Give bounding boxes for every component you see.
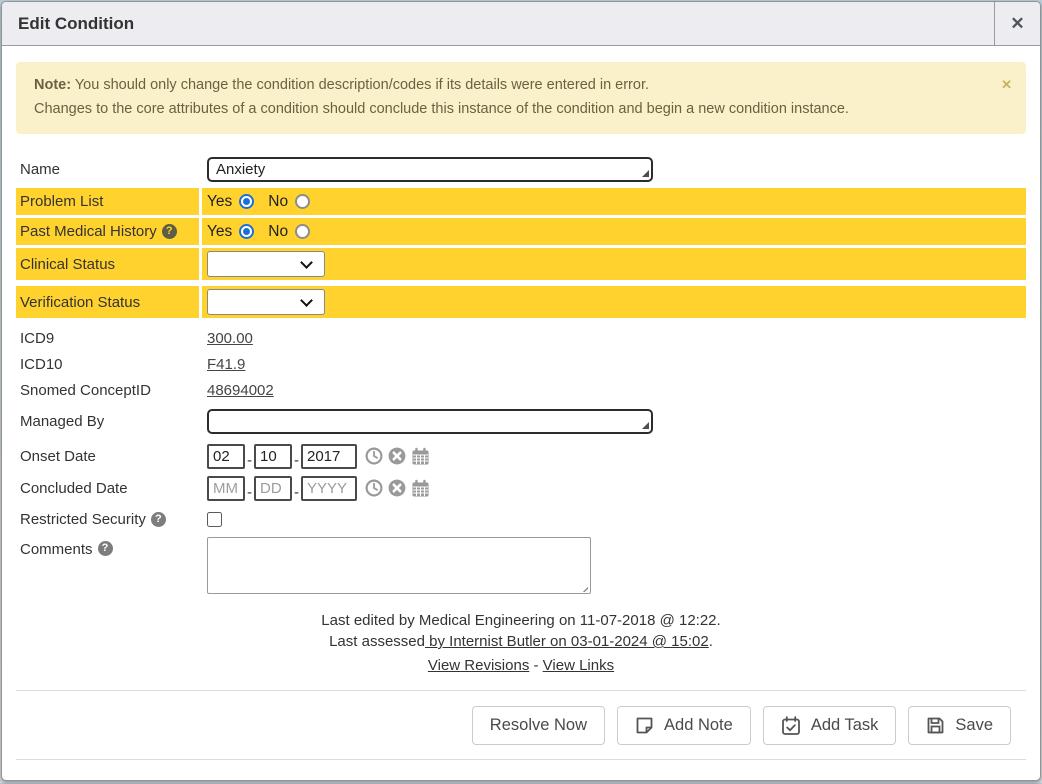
onset-month-input[interactable] [207, 444, 245, 469]
note-prefix: Note: [34, 77, 71, 93]
x-circle-icon[interactable] [388, 447, 406, 465]
calendar-icon[interactable] [411, 479, 430, 498]
problem-list-label: Problem List [16, 188, 199, 215]
onset-date-row: Onset Date - - [16, 441, 1026, 471]
save-label: Save [955, 716, 993, 735]
managed-by-input[interactable] [207, 409, 653, 434]
date-separator: - [247, 452, 252, 471]
chevron-down-icon [300, 256, 313, 269]
date-separator: - [247, 484, 252, 503]
question-circle-icon[interactable]: ? [98, 541, 113, 556]
add-note-label: Add Note [664, 716, 733, 735]
problem-list-row: Problem List Yes No [16, 188, 1026, 215]
name-row: Name [16, 154, 1026, 184]
pmh-yes-label: Yes [207, 223, 232, 241]
icd10-label: ICD10 [16, 351, 199, 377]
pmh-yes-radio[interactable] [239, 224, 254, 239]
chevron-down-icon [300, 294, 313, 307]
note-banner: Note: You should only change the conditi… [16, 62, 1026, 134]
name-input[interactable] [207, 157, 653, 182]
resolve-now-label: Resolve Now [490, 716, 587, 735]
problem-list-yes-radio[interactable] [239, 194, 254, 209]
edit-condition-dialog: Edit Condition ✕ Note: You should only c… [1, 1, 1041, 781]
resolve-now-button[interactable]: Resolve Now [472, 706, 605, 745]
pmh-no-radio[interactable] [295, 224, 310, 239]
date-separator: - [294, 452, 299, 471]
action-bar: Resolve Now Add Note Add Task Save [16, 691, 1026, 759]
restricted-security-checkbox[interactable] [207, 512, 222, 527]
close-button[interactable]: ✕ [994, 2, 1040, 46]
concluded-month-input[interactable] [207, 476, 245, 501]
add-task-button[interactable]: Add Task [763, 706, 897, 745]
question-circle-icon[interactable]: ? [162, 224, 177, 239]
add-note-button[interactable]: Add Note [617, 706, 751, 745]
icd10-row: ICD10 F41.9 [16, 351, 1026, 377]
past-medical-history-row: Past Medical History ? Yes No [16, 218, 1026, 245]
managed-by-label: Managed By [16, 406, 199, 436]
comments-textarea[interactable] [207, 537, 591, 594]
note-icon [635, 716, 654, 735]
icd9-link[interactable]: 300.00 [207, 330, 253, 347]
date-separator: - [294, 484, 299, 503]
concluded-date-label: Concluded Date [16, 473, 199, 503]
x-circle-icon[interactable] [388, 479, 406, 497]
close-icon: ✕ [1010, 14, 1024, 34]
footer-spacer [16, 760, 1026, 781]
dialog-title: Edit Condition [2, 14, 134, 34]
concluded-date-row: Concluded Date - - [16, 473, 1026, 503]
last-assessed-text: Last assessed by Internist Butler on 03-… [16, 631, 1026, 652]
restricted-security-label: Restricted Security [20, 511, 146, 528]
note-line-2: Changes to the core attributes of a cond… [34, 97, 986, 121]
last-assessed-link[interactable]: by Internist Butler on 03-01-2024 @ 15:0… [425, 633, 709, 650]
save-button[interactable]: Save [908, 706, 1011, 745]
clock-icon[interactable] [365, 447, 383, 465]
verification-status-row: Verification Status [16, 286, 1026, 318]
icd9-row: ICD9 300.00 [16, 325, 1026, 351]
managed-by-row: Managed By [16, 406, 1026, 436]
calendar-icon[interactable] [411, 447, 430, 466]
concluded-year-input[interactable] [301, 476, 357, 501]
note-line-1: Note: You should only change the conditi… [34, 73, 986, 97]
problem-list-yes-label: Yes [207, 193, 232, 211]
view-links-link[interactable]: View Links [543, 657, 614, 674]
add-task-label: Add Task [811, 716, 879, 735]
onset-year-input[interactable] [301, 444, 357, 469]
concluded-day-input[interactable] [254, 476, 292, 501]
question-circle-icon[interactable]: ? [151, 512, 166, 527]
icd10-link[interactable]: F41.9 [207, 356, 245, 373]
pmh-no-label: No [268, 223, 288, 241]
problem-list-no-radio[interactable] [295, 194, 310, 209]
clinical-status-select[interactable] [207, 251, 325, 277]
clinical-status-label: Clinical Status [16, 248, 199, 280]
last-edited-text: Last edited by Medical Engineering on 11… [16, 610, 1026, 631]
audit-info: Last edited by Medical Engineering on 11… [16, 610, 1026, 676]
restricted-security-row: Restricted Security ? [16, 507, 1026, 531]
task-calendar-icon [781, 716, 801, 736]
verification-status-label: Verification Status [16, 286, 199, 318]
links-separator: - [534, 657, 539, 674]
clinical-status-row: Clinical Status [16, 248, 1026, 280]
past-medical-history-label: Past Medical History [20, 223, 157, 240]
onset-day-input[interactable] [254, 444, 292, 469]
icd9-label: ICD9 [16, 325, 199, 351]
onset-date-label: Onset Date [16, 441, 199, 471]
snomed-link[interactable]: 48694002 [207, 382, 274, 399]
clock-icon[interactable] [365, 479, 383, 497]
snomed-row: Snomed ConceptID 48694002 [16, 377, 1026, 403]
note-dismiss-icon[interactable]: ✕ [1001, 73, 1012, 97]
name-label: Name [16, 154, 199, 184]
save-icon [926, 716, 945, 735]
view-revisions-link[interactable]: View Revisions [428, 657, 529, 674]
snomed-label: Snomed ConceptID [16, 377, 199, 403]
problem-list-no-label: No [268, 193, 288, 211]
view-links-line: View Revisions - View Links [16, 655, 1026, 676]
verification-status-select[interactable] [207, 289, 325, 315]
dialog-header: Edit Condition ✕ [2, 2, 1040, 46]
comments-row: Comments ? [16, 537, 1026, 598]
comments-label: Comments [20, 541, 93, 558]
